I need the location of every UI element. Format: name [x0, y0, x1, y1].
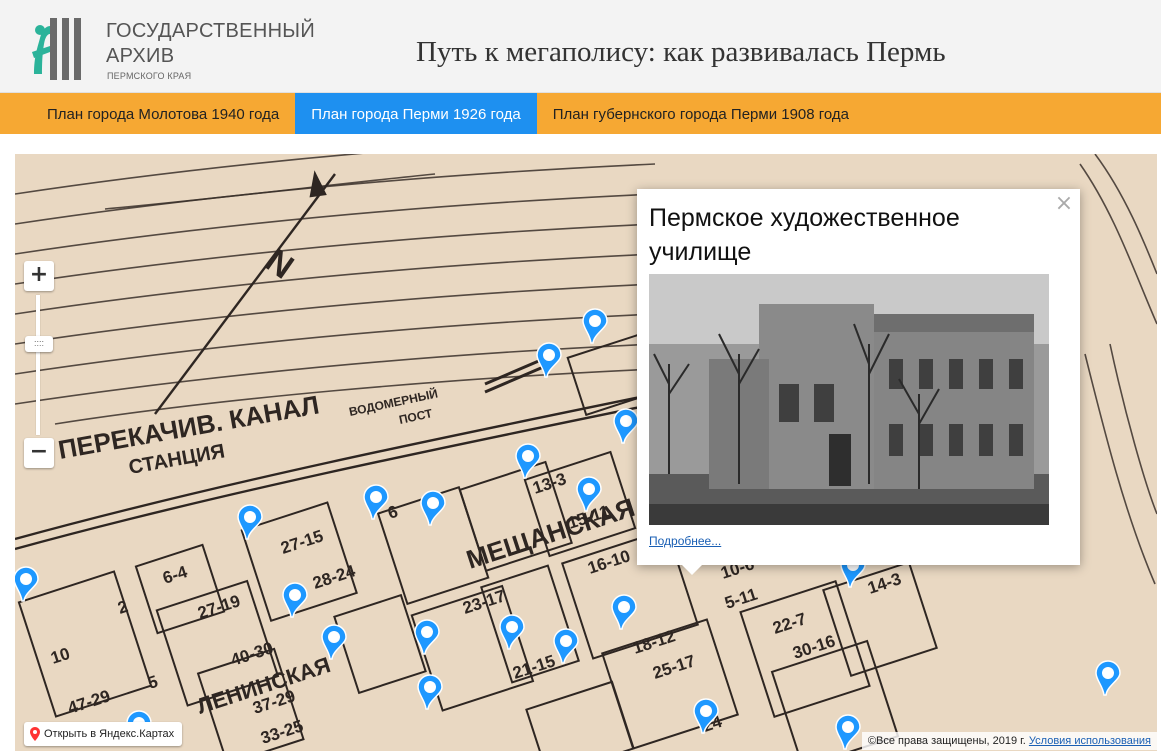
map-marker-icon[interactable]: [417, 674, 443, 710]
zoom-slider-track[interactable]: [36, 295, 40, 435]
map-marker-icon[interactable]: [1095, 660, 1121, 696]
map-marker-icon[interactable]: [553, 628, 579, 664]
map-marker-icon[interactable]: [582, 308, 608, 344]
map-copyright: ©Все права защищены, 2019 г. Условия исп…: [861, 732, 1157, 750]
map-viewport[interactable]: ПЕРЕКАЧИВ. КАНАЛ СТАНЦИЯ ВОДОМЕРНЫЙ ПОСТ…: [15, 154, 1157, 751]
map-marker-icon[interactable]: [515, 443, 541, 479]
map-marker-icon[interactable]: [321, 624, 347, 660]
popup-title: Пермское художественное училище: [649, 204, 960, 266]
map-marker-icon[interactable]: [420, 490, 446, 526]
map-pin-icon: [30, 727, 40, 741]
map-marker-icon[interactable]: [536, 342, 562, 378]
archive-logo-mark-icon: [32, 18, 81, 80]
popup-building-photo: [649, 274, 1049, 525]
open-in-yandex-maps-button[interactable]: Открыть в Яндекс.Картах: [24, 722, 183, 746]
zoom-control: + :::: −: [24, 261, 54, 471]
page-title: Путь к мегаполису: как развивалась Пермь: [416, 36, 946, 68]
map-marker-icon[interactable]: [611, 594, 637, 630]
zoom-in-button[interactable]: +: [24, 261, 54, 291]
zoom-out-button[interactable]: −: [24, 438, 54, 468]
popup-pointer: [680, 563, 704, 575]
tab-plan-perm-1926[interactable]: План города Перми 1926 года: [295, 93, 537, 134]
map-marker-icon[interactable]: [15, 566, 39, 602]
zoom-slider-handle[interactable]: ::::: [25, 336, 53, 352]
map-marker-icon[interactable]: [613, 408, 639, 444]
map-marker-icon[interactable]: [835, 714, 861, 750]
map-marker-icon[interactable]: [576, 476, 602, 512]
open-in-yandex-label: Открыть в Яндекс.Картах: [44, 728, 175, 740]
terms-of-use-link[interactable]: Условия использования: [1029, 735, 1151, 747]
site-header: ГОСУДАРСТВЕННЫЙ АРХИВ ПЕРМСКОГО КРАЯ Пут…: [0, 0, 1161, 93]
tab-plan-perm-1908[interactable]: План губернского города Перми 1908 года: [537, 93, 865, 134]
popup-more-link[interactable]: Подробнее...: [649, 534, 721, 548]
map-marker-icon[interactable]: [282, 582, 308, 618]
map-marker-icon[interactable]: [237, 504, 263, 540]
popup-close-button[interactable]: ×: [1054, 193, 1074, 215]
logo-text-line1: ГОСУДАРСТВЕННЫЙ: [106, 20, 315, 42]
map-tabs-nav: План города Молотова 1940 года План горо…: [0, 93, 1161, 134]
map-marker-icon[interactable]: [693, 698, 719, 734]
tab-plan-molotov-1940[interactable]: План города Молотова 1940 года: [0, 93, 295, 134]
place-popup: × Пермское художественное училище Подроб…: [637, 189, 1080, 565]
copyright-text: ©Все права защищены, 2019 г.: [867, 735, 1026, 747]
archive-logo[interactable]: ГОСУДАРСТВЕННЫЙ АРХИВ ПЕРМСКОГО КРАЯ: [28, 14, 328, 84]
map-marker-icon[interactable]: [414, 619, 440, 655]
map-marker-icon[interactable]: [499, 614, 525, 650]
logo-text-line2: АРХИВ: [106, 45, 175, 67]
map-marker-icon[interactable]: [363, 484, 389, 520]
logo-text-line3: ПЕРМСКОГО КРАЯ: [107, 71, 192, 81]
